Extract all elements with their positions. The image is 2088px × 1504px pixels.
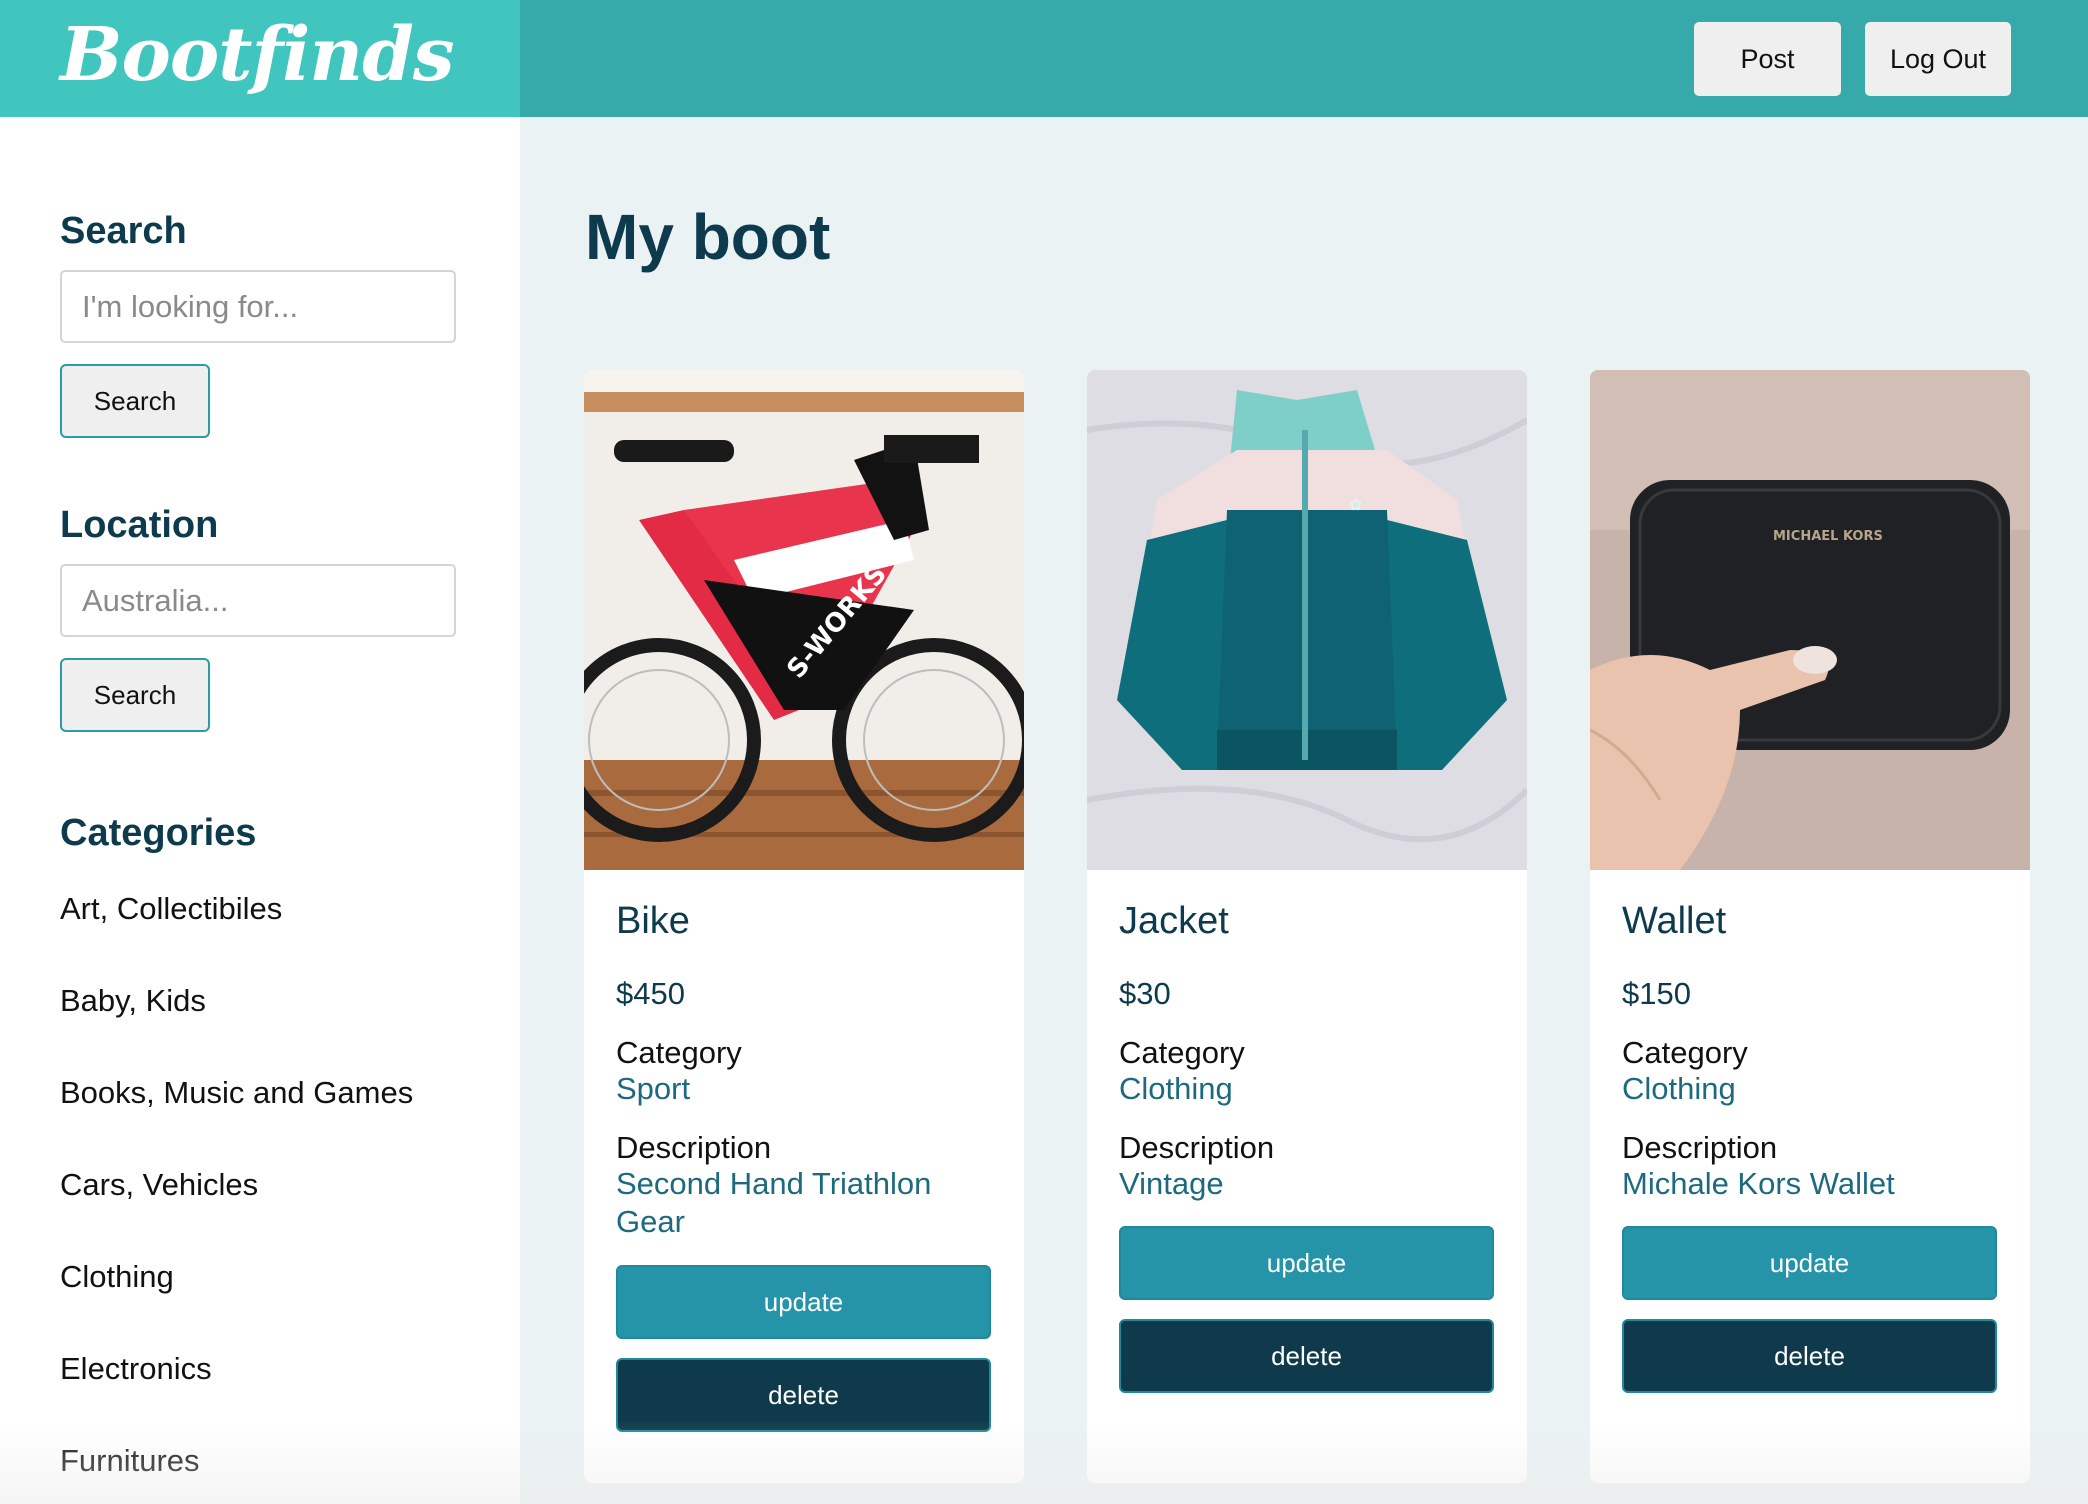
listing-card: S-WORKS Bike $450 Category Sport Descrip…: [584, 370, 1024, 1483]
jacket-photo: ✿: [1087, 370, 1527, 870]
category-item-baby-kids[interactable]: Baby, Kids: [60, 982, 413, 1074]
update-button[interactable]: update: [1622, 1226, 1997, 1300]
description-label: Description: [1119, 1130, 1275, 1165]
delete-button[interactable]: delete: [1119, 1319, 1494, 1393]
description-value: Vintage: [1119, 1166, 1224, 1201]
page-title: My boot: [585, 201, 831, 273]
location-heading: Location: [60, 504, 219, 546]
category-label: Category: [1622, 1035, 1748, 1070]
category-item-art-collectibles[interactable]: Art, Collectibiles: [60, 890, 413, 982]
update-button[interactable]: update: [616, 1265, 991, 1339]
category-item-electronics[interactable]: Electronics: [60, 1350, 413, 1442]
delete-button[interactable]: delete: [1622, 1319, 1997, 1393]
category-item-books-music-games[interactable]: Books, Music and Games: [60, 1074, 413, 1166]
listing-price: $30: [1119, 976, 1171, 1011]
location-input[interactable]: [60, 564, 456, 637]
search-input[interactable]: [60, 270, 456, 343]
description-value: Second Hand Triathlon Gear: [616, 1166, 932, 1239]
search-button[interactable]: Search: [60, 364, 210, 438]
wallet-photo: MICHAEL KORS: [1590, 370, 2030, 870]
listing-price: $150: [1622, 976, 1691, 1011]
category-item-furnitures[interactable]: Furnitures: [60, 1442, 413, 1504]
location-search-button[interactable]: Search: [60, 658, 210, 732]
update-button[interactable]: update: [1119, 1226, 1494, 1300]
logo-container[interactable]: Bootfinds: [0, 0, 520, 117]
svg-text:✿: ✿: [1349, 495, 1362, 514]
category-value: Clothing: [1119, 1071, 1233, 1106]
categories-heading: Categories: [60, 812, 257, 854]
listing-price: $450: [616, 976, 685, 1011]
description-label: Description: [1622, 1130, 1778, 1165]
svg-text:MICHAEL KORS: MICHAEL KORS: [1773, 529, 1883, 544]
listing-title: Bike: [616, 900, 690, 942]
listing-title: Wallet: [1622, 900, 1727, 942]
description-label: Description: [616, 1130, 772, 1165]
search-heading: Search: [60, 210, 187, 252]
delete-button[interactable]: delete: [616, 1358, 991, 1432]
category-value: Clothing: [1622, 1071, 1736, 1106]
category-item-clothing[interactable]: Clothing: [60, 1258, 413, 1350]
top-header: Bootfinds Post Log Out: [0, 0, 2088, 117]
log-out-button[interactable]: Log Out: [1865, 22, 2011, 96]
listing-card: ✿ Jacket $30 Category Clothing Descripti…: [1087, 370, 1527, 1483]
category-label: Category: [1119, 1035, 1245, 1070]
description-value: Michale Kors Wallet: [1622, 1166, 1895, 1201]
bootfinds-logo[interactable]: Bootfinds: [60, 12, 455, 98]
post-button[interactable]: Post: [1694, 22, 1841, 96]
category-value: Sport: [616, 1071, 691, 1106]
category-label: Category: [616, 1035, 742, 1070]
category-item-cars-vehicles[interactable]: Cars, Vehicles: [60, 1166, 413, 1258]
listing-card: MICHAEL KORS Wallet $150 Category Clothi…: [1590, 370, 2030, 1483]
bike-photo: S-WORKS: [584, 370, 1024, 870]
listing-title: Jacket: [1119, 900, 1229, 942]
category-list: Art, Collectibiles Baby, Kids Books, Mus…: [60, 890, 413, 1504]
